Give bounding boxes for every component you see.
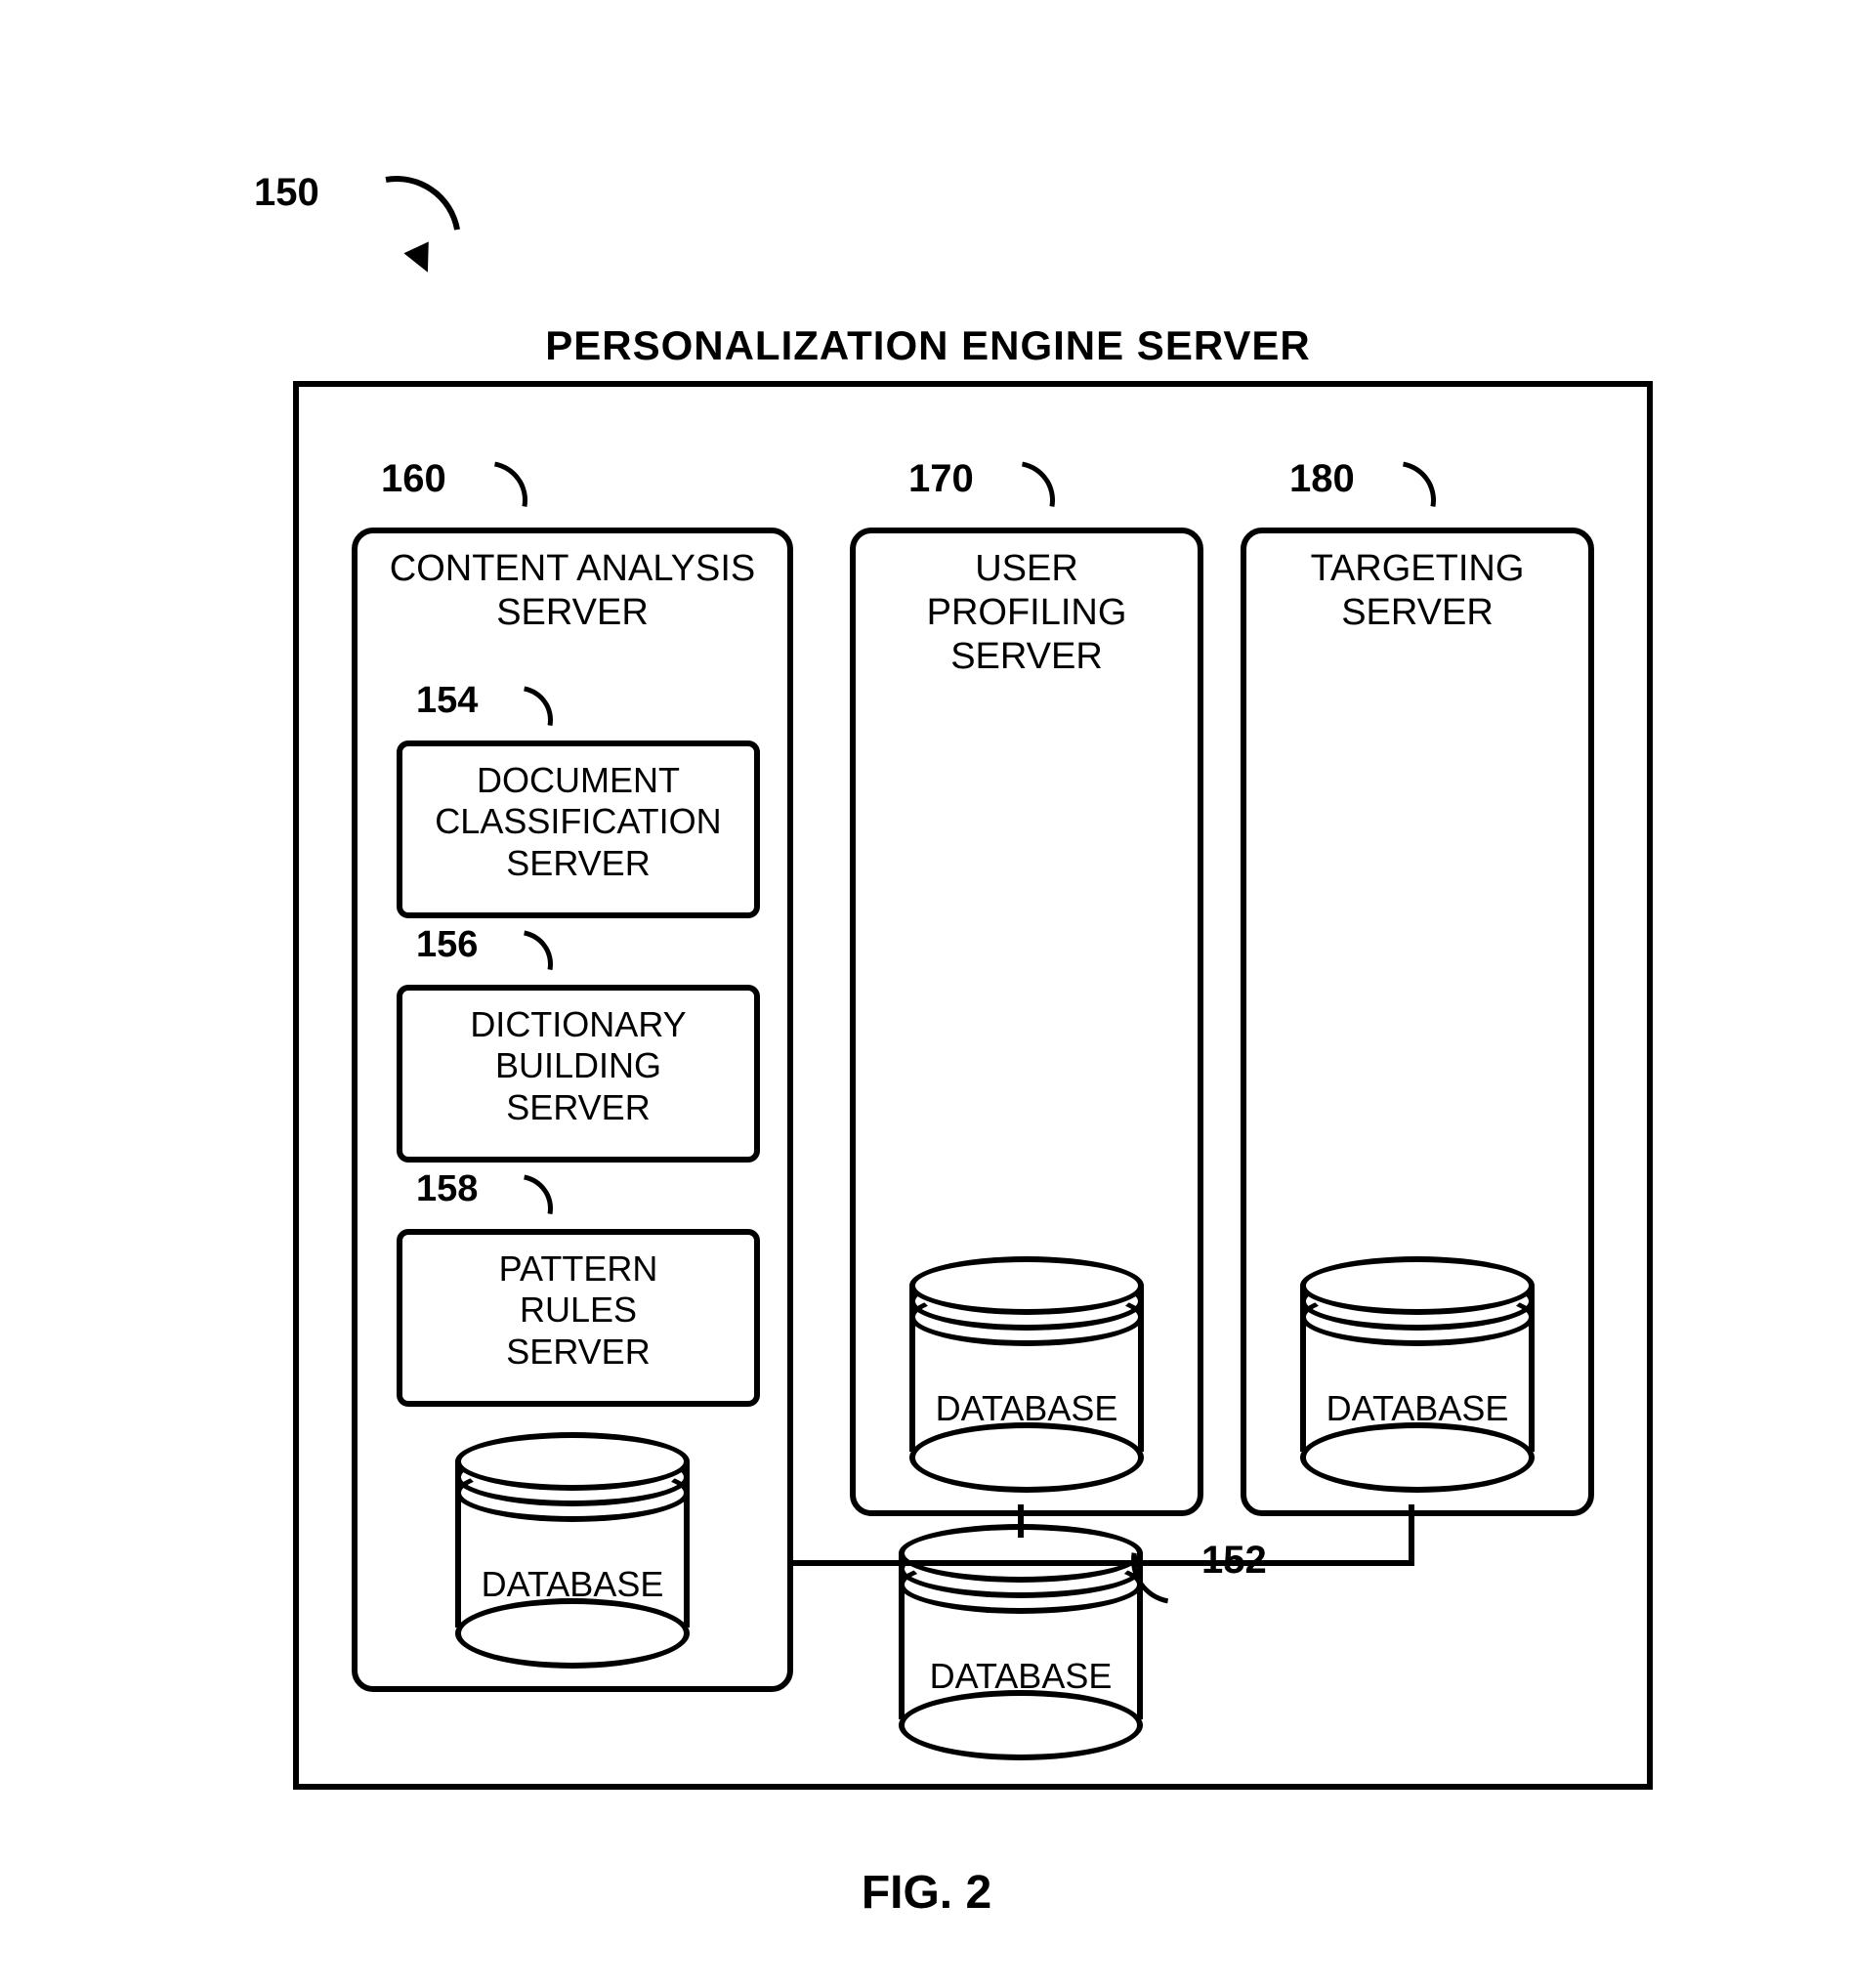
pattern-rules-box: PATTERNRULESSERVER (397, 1229, 760, 1407)
shared-db: DATABASE (899, 1524, 1143, 1749)
ref-180: 180 (1289, 457, 1355, 501)
targeting-title: TARGETINGSERVER (1246, 547, 1588, 635)
dictionary-building-title: DICTIONARYBUILDINGSERVER (402, 1004, 754, 1128)
ref-156: 156 (416, 924, 478, 966)
connector-line (787, 1560, 1018, 1566)
doc-classification-title: DOCUMENTCLASSIFICATIONSERVER (402, 760, 754, 884)
user-profiling-title: USERPROFILINGSERVER (856, 547, 1198, 678)
shared-db-label: DATABASE (899, 1656, 1143, 1697)
targeting-db-label: DATABASE (1300, 1388, 1535, 1429)
doc-classification-box: DOCUMENTCLASSIFICATIONSERVER (397, 740, 760, 918)
targeting-db: DATABASE (1300, 1256, 1535, 1481)
targeting-server-box: TARGETINGSERVER DATABASE (1241, 528, 1594, 1516)
diagram-title: PERSONALIZATION ENGINE SERVER (293, 322, 1563, 369)
ref-170: 170 (908, 457, 974, 501)
user-profiling-db-label: DATABASE (909, 1388, 1144, 1429)
dictionary-building-box: DICTIONARYBUILDINGSERVER (397, 985, 760, 1163)
ref-160: 160 (381, 457, 446, 501)
user-profiling-db: DATABASE (909, 1256, 1144, 1481)
connector-line (1018, 1560, 1409, 1566)
content-analysis-server-box: CONTENT ANALYSISSERVER 154 DOCUMENTCLASS… (352, 528, 793, 1692)
ref-158: 158 (416, 1168, 478, 1210)
connector-line (1018, 1504, 1024, 1538)
figure-caption: FIG. 2 (0, 1866, 1853, 1920)
content-analysis-db-label: DATABASE (455, 1564, 690, 1605)
ref-154: 154 (416, 680, 478, 722)
content-analysis-title: CONTENT ANALYSISSERVER (358, 547, 787, 635)
ref-arc-150 (307, 150, 486, 330)
user-profiling-server-box: USERPROFILINGSERVER DATABASE (850, 528, 1203, 1516)
figure-canvas: 150 PERSONALIZATION ENGINE SERVER 160 CO… (0, 0, 1853, 1988)
figure-ref-150: 150 (254, 171, 319, 215)
pattern-rules-title: PATTERNRULESSERVER (402, 1248, 754, 1373)
content-analysis-db: DATABASE (455, 1432, 690, 1657)
connector-line (1409, 1504, 1414, 1566)
